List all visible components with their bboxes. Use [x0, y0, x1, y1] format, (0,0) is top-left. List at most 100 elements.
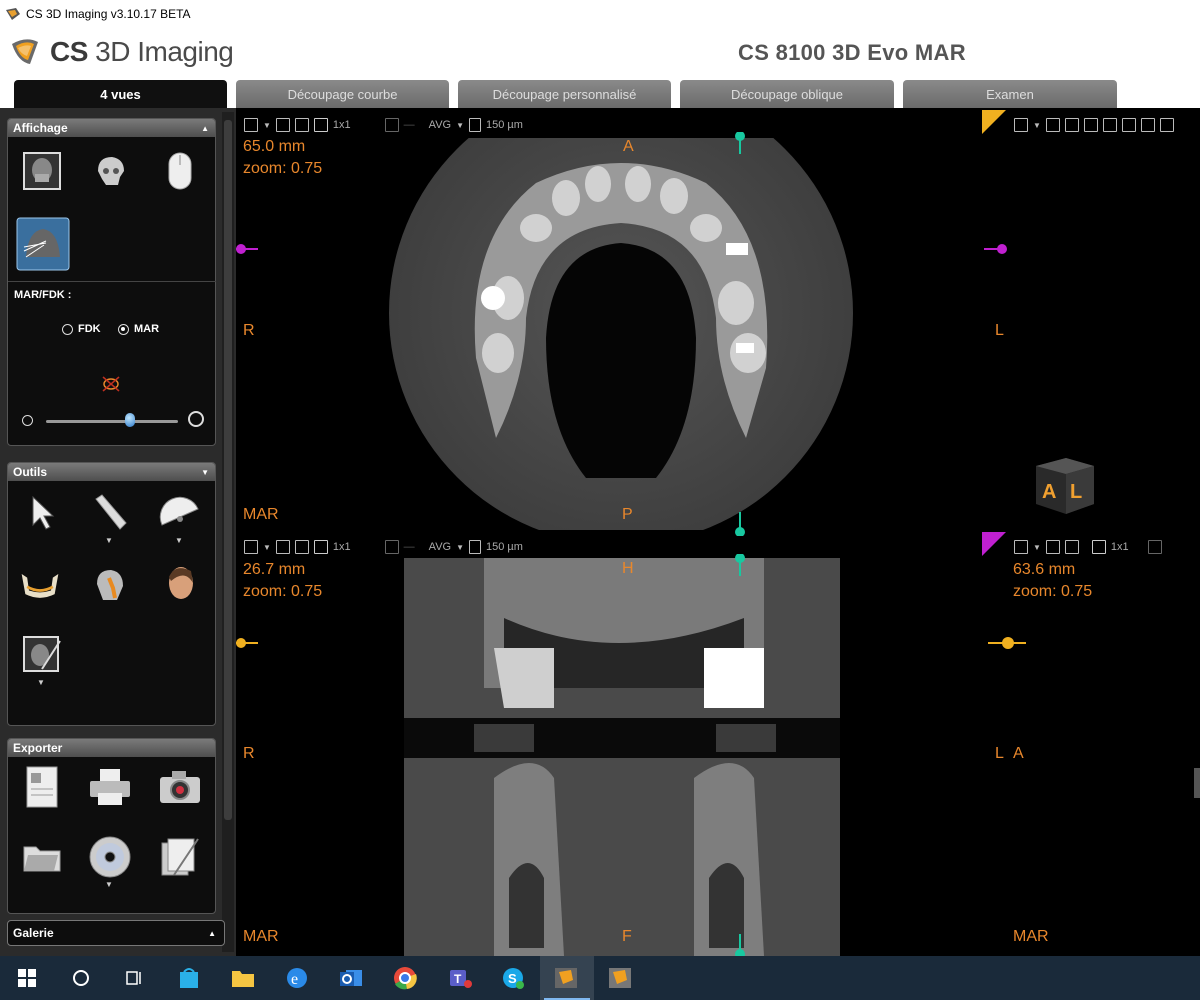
jaw-nerve-icon[interactable]	[18, 563, 62, 607]
fit-icon[interactable]	[1045, 118, 1060, 132]
fit-icon[interactable]	[1045, 540, 1060, 554]
tab-examen[interactable]: Examen	[903, 80, 1117, 108]
save-icon[interactable]	[244, 118, 258, 132]
layout-label[interactable]: 1x1	[333, 119, 351, 131]
skype-icon[interactable]: S	[486, 956, 540, 1000]
tab-decoupage-oblique[interactable]: Découpage oblique	[680, 80, 894, 108]
ruler-icon[interactable]: ▼	[88, 491, 132, 545]
layout-toggle-icon[interactable]	[1091, 540, 1106, 554]
save-icon[interactable]	[1014, 540, 1028, 554]
search-icon[interactable]	[54, 956, 108, 1000]
airway-skull-icon[interactable]	[88, 563, 132, 607]
image-viewer[interactable]: ▼ 1x1 — AVG ▼ 150 µm ▼ 1x1 — AVG ▼ 150 µm	[236, 108, 1200, 956]
mouse-icon[interactable]	[158, 149, 202, 193]
coronal-left-label: R	[243, 745, 255, 762]
svg-text:S: S	[508, 971, 517, 986]
axial-left-label: R	[243, 322, 255, 339]
edge-icon[interactable]: e	[270, 956, 324, 1000]
chrome-icon[interactable]	[378, 956, 432, 1000]
mar-view-icon[interactable]	[16, 217, 70, 271]
crop-icon[interactable]	[1159, 118, 1174, 132]
layout-toggle-icon[interactable]	[313, 540, 328, 554]
coronal-scan-image[interactable]	[404, 558, 840, 956]
section-galerie[interactable]: Galerie ▲	[7, 920, 225, 946]
save-icon[interactable]	[1014, 118, 1028, 132]
cs-imaging-icon[interactable]	[594, 956, 648, 1000]
render-mode-select[interactable]: AVG	[429, 541, 451, 553]
cd-disc-icon[interactable]: ▼	[88, 835, 132, 889]
fit-icon[interactable]	[275, 118, 290, 132]
section-exporter-header[interactable]: Exporter	[8, 739, 215, 757]
axial-scan-image[interactable]	[386, 138, 856, 538]
slice-thickness[interactable]: 150 µm	[486, 119, 523, 131]
crop-icon[interactable]	[384, 540, 399, 554]
thickness-icon[interactable]	[469, 540, 482, 554]
protractor-icon[interactable]: ▼	[158, 491, 202, 545]
mar-strength-slider[interactable]	[46, 420, 178, 423]
cube-side-icon[interactable]	[1140, 118, 1155, 132]
fdk-radio[interactable]: FDK	[62, 323, 101, 335]
save-icon[interactable]	[244, 540, 258, 554]
export-view-icon[interactable]	[294, 540, 309, 554]
pointer-arrow-icon[interactable]	[20, 491, 64, 535]
thickness-icon[interactable]	[469, 118, 482, 132]
crop-icon[interactable]	[1147, 540, 1162, 554]
axial-right-marker[interactable]	[984, 242, 1008, 256]
app-header: CS 3D Imaging CS 8100 3D Evo MAR	[0, 28, 1200, 80]
scroll-thumb[interactable]	[224, 120, 232, 820]
render-mode-select[interactable]: AVG	[429, 119, 451, 131]
file-explorer-icon[interactable]	[216, 956, 270, 1000]
left-panel-scrollbar[interactable]	[222, 112, 234, 952]
sagittal-marker[interactable]	[988, 636, 1028, 650]
cs-logo-icon	[12, 39, 38, 64]
mar-strength-slider-knob[interactable]	[125, 413, 135, 427]
teams-icon[interactable]: T	[432, 956, 486, 1000]
edit-pages-icon[interactable]	[158, 835, 202, 879]
tab-decoupage-personnalise[interactable]: Découpage personnalisé	[458, 80, 671, 108]
mar-radio-circle[interactable]	[118, 323, 129, 335]
slice-thickness[interactable]: 150 µm	[486, 541, 523, 553]
store-icon[interactable]	[162, 956, 216, 1000]
section-affichage-header[interactable]: Affichage ▲	[8, 119, 215, 137]
cube-top-icon[interactable]	[1121, 118, 1136, 132]
axial-top-marker[interactable]	[732, 132, 748, 156]
camera-icon[interactable]	[158, 765, 202, 809]
2d-view-icon[interactable]	[20, 149, 64, 193]
task-view-icon[interactable]	[108, 956, 162, 1000]
cube-solid-icon[interactable]	[1102, 118, 1117, 132]
mar-radio[interactable]: MAR	[118, 323, 159, 335]
section-outils-header[interactable]: Outils ▼	[8, 463, 215, 481]
export-view-icon[interactable]	[1064, 118, 1079, 132]
coronal-zoom: zoom: 0.75	[243, 583, 323, 600]
fdk-radio-circle[interactable]	[62, 323, 73, 335]
export-view-icon[interactable]	[1064, 540, 1079, 554]
cs-imaging-3d-icon[interactable]	[540, 956, 594, 1000]
axial-bottom-marker[interactable]	[732, 512, 748, 536]
report-document-icon[interactable]	[20, 765, 64, 809]
tab-decoupage-courbe[interactable]: Découpage courbe	[236, 80, 449, 108]
axial-left-marker[interactable]	[236, 242, 260, 256]
layout-toggle-icon[interactable]	[313, 118, 328, 132]
layout-label[interactable]: 1x1	[333, 541, 351, 553]
sagittal-mode-label: MAR	[1013, 928, 1049, 945]
windows-start-icon[interactable]	[0, 956, 54, 1000]
coronal-left-marker[interactable]	[236, 636, 260, 650]
export-folder-icon[interactable]	[20, 835, 64, 879]
svg-text:e: e	[291, 971, 298, 988]
fit-icon[interactable]	[275, 540, 290, 554]
axial-right-label: L	[995, 322, 1004, 339]
printer-icon[interactable]	[88, 765, 132, 809]
coronal-bottom-marker[interactable]	[732, 934, 748, 956]
3d-skull-icon[interactable]	[88, 149, 132, 193]
crop-icon[interactable]	[384, 118, 399, 132]
orientation-cube[interactable]: A L	[1032, 454, 1096, 516]
annotation-image-icon[interactable]: ▼	[20, 633, 64, 687]
slider-min-icon	[22, 415, 33, 426]
export-view-icon[interactable]	[294, 118, 309, 132]
cube-view-icon[interactable]	[1083, 118, 1098, 132]
face-photo-icon[interactable]	[158, 563, 202, 607]
coronal-top-marker[interactable]	[732, 554, 748, 578]
tab-4-vues[interactable]: 4 vues	[14, 80, 227, 108]
layout-label[interactable]: 1x1	[1111, 541, 1129, 553]
outlook-icon[interactable]	[324, 956, 378, 1000]
